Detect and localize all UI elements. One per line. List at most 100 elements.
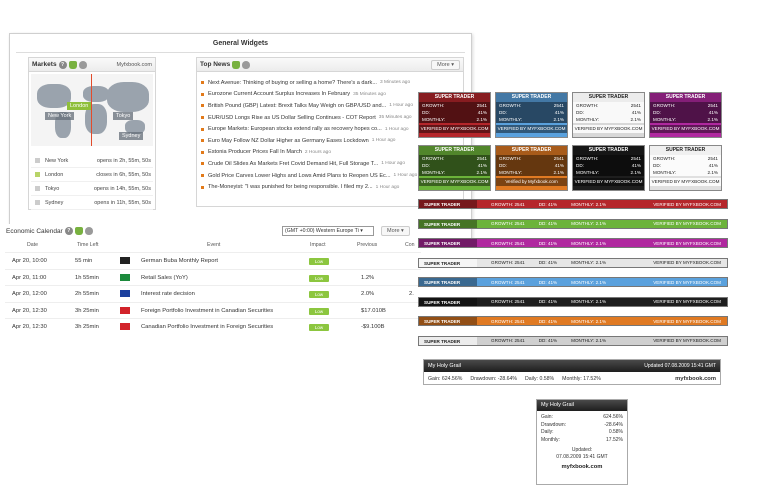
- android-icon[interactable]: [232, 60, 241, 69]
- super-trader-banner[interactable]: SUPER TRADER GROWTH: 2541 DD: 41% MONTHLY: 2.1…: [649, 145, 722, 191]
- event-time-left: 55 min: [75, 258, 93, 264]
- growth-value: 2541: [514, 221, 525, 226]
- monthly-label: MONTHLY:: [422, 170, 446, 175]
- dd-value: 41%: [708, 163, 718, 168]
- myfxbook-logo[interactable]: myfxbook.com: [537, 464, 627, 470]
- market-row[interactable]: Sydney opens in 11h, 55m, 50s: [31, 196, 153, 210]
- econ-row[interactable]: Apr 20, 12:30 3h 25min Foreign Portfolio I…: [5, 301, 421, 318]
- banner-row: GROWTH: 2541: [573, 102, 644, 109]
- super-trader-banner[interactable]: SUPER TRADER GROWTH: 2541 DD: 41% MONTHLY: 2.1…: [572, 145, 645, 191]
- news-headline[interactable]: Euro May Follow NZ Dollar Higher as Germ…: [208, 138, 369, 144]
- more-button[interactable]: More ▾: [381, 226, 410, 236]
- event-name[interactable]: Foreign Portfolio Investment in Canadian…: [141, 308, 273, 314]
- country-flag-icon: [120, 323, 130, 330]
- monthly-value: 2.1%: [630, 117, 641, 122]
- news-time: 1 Hour ago: [375, 184, 400, 190]
- super-trader-strip[interactable]: SUPER TRADER GROWTH: 2541 DD: 41% MONTHLY: …: [418, 238, 728, 248]
- dd-label: DD:: [499, 163, 507, 168]
- markets-title: Markets: [32, 61, 57, 68]
- news-headline[interactable]: British Pound (GBP) Latest: Brexit Talks…: [208, 103, 386, 109]
- news-headline[interactable]: EUR/USD Longs Rise as US Dollar Selling …: [208, 115, 376, 121]
- news-headline[interactable]: Next Avenue: Thinking of buying or selli…: [208, 80, 377, 86]
- help-icon[interactable]: ?: [58, 60, 67, 69]
- market-row[interactable]: New York opens in 2h, 55m, 50s: [31, 154, 153, 168]
- apple-icon[interactable]: [242, 60, 251, 69]
- market-row[interactable]: London closes in 6h, 55m, 50s: [31, 168, 153, 182]
- growth-label: GROWTH:: [576, 103, 599, 108]
- help-icon[interactable]: ?: [64, 227, 73, 235]
- super-trader-strip[interactable]: SUPER TRADER GROWTH: 2541 DD: 41% MONTHLY: …: [418, 296, 728, 307]
- holy-grail-body: Gain: 624.56% Drawdown: -28.64% Daily: 0…: [424, 372, 720, 385]
- super-trader-banner[interactable]: SUPER TRADER GROWTH: 2541 DD: 41% MONTHLY: 2.1…: [649, 92, 722, 138]
- super-trader-banner[interactable]: SUPER TRADER GROWTH: 2541 DD: 41% MONTHLY: 2.1…: [418, 92, 491, 138]
- holy-grail-header[interactable]: My Holy Grail: [537, 400, 627, 411]
- apple-icon[interactable]: [78, 60, 87, 69]
- growth-label: GROWTH:: [422, 103, 445, 108]
- event-previous: -$9.100B: [361, 324, 385, 330]
- event-date: Apr 20, 10:00: [12, 258, 47, 264]
- apple-icon[interactable]: [84, 227, 93, 235]
- super-trader-strip[interactable]: SUPER TRADER GROWTH: 2541 DD: 41% MONTHLY: …: [418, 199, 728, 209]
- news-headline[interactable]: The-Moneyist: "I was punished for being …: [208, 184, 373, 190]
- map-label-new-york[interactable]: New York: [45, 112, 75, 120]
- more-button[interactable]: More ▾: [431, 59, 460, 70]
- dd-label: DD:: [538, 318, 547, 324]
- system-name[interactable]: My Holy Grail: [428, 363, 461, 369]
- event-name[interactable]: German Buba Monthly Report: [141, 258, 218, 264]
- banner-row: GROWTH: 2541: [496, 102, 567, 109]
- super-trader-strip[interactable]: SUPER TRADER GROWTH: 2541 DD: 41% MONTHLY: …: [418, 257, 728, 268]
- monthly-value: 2.1%: [476, 117, 487, 122]
- news-headline[interactable]: Eurozone Current Account Surplus Increas…: [208, 91, 350, 97]
- growth-stat: GROWTH: 2541: [491, 221, 525, 226]
- bullet-icon: [201, 162, 204, 166]
- stat-row: Drawdown: -28.64%: [537, 422, 627, 430]
- status-dot: [35, 186, 40, 191]
- strip-title: SUPER TRADER: [419, 297, 477, 306]
- econ-row[interactable]: Apr 20, 10:00 55 min German Buba Monthly R…: [5, 252, 421, 268]
- econ-title: Economic Calendar: [6, 227, 63, 235]
- event-name[interactable]: Canadian Portfolio Investment in Foreign…: [141, 324, 273, 330]
- monthly-value: 2.1%: [553, 117, 564, 122]
- monthly-value: 2.1%: [707, 170, 718, 175]
- event-name[interactable]: Interest rate decision: [141, 291, 195, 297]
- monthly-label: MONTHLY:: [499, 117, 523, 122]
- monthly-value: 2.1%: [595, 338, 607, 343]
- event-time-left: 3h 25min: [75, 324, 99, 330]
- map-label-london[interactable]: London: [67, 102, 92, 110]
- growth-stat: GROWTH: 2541: [491, 241, 525, 246]
- growth-stat: GROWTH: 2541: [491, 202, 525, 207]
- map-label-tokyo[interactable]: Tokyo: [113, 112, 134, 120]
- growth-value: 2541: [514, 279, 525, 285]
- growth-label: GROWTH:: [491, 338, 514, 343]
- android-icon[interactable]: [68, 60, 77, 69]
- monthly-stat: MONTHLY: 2.1%: [571, 299, 606, 304]
- news-item[interactable]: Next Avenue: Thinking of buying or selli…: [201, 77, 459, 89]
- news-header: Top News More ▾: [197, 58, 463, 72]
- news-headline[interactable]: Crude Oil Slides As Markets Fret Covid D…: [208, 161, 378, 167]
- event-name[interactable]: Retail Sales (YoY): [141, 275, 188, 281]
- news-headline[interactable]: Gold Price Carves Lower Highs and Lows A…: [208, 173, 391, 179]
- market-row[interactable]: Tokyo opens in 14h, 55m, 50s: [31, 182, 153, 196]
- super-trader-strip[interactable]: SUPER TRADER GROWTH: 2541 DD: 41% MONTHLY: …: [418, 335, 728, 346]
- econ-row[interactable]: Apr 20, 11:00 1h 55min Retail Sales (YoY) L…: [5, 268, 421, 285]
- super-trader-strip[interactable]: SUPER TRADER GROWTH: 2541 DD: 41% MONTHLY: …: [418, 218, 728, 229]
- myfxbook-logo[interactable]: myfxbook.com: [675, 376, 716, 382]
- strip-title: SUPER TRADER: [419, 317, 477, 325]
- super-trader-strip[interactable]: SUPER TRADER GROWTH: 2541 DD: 41% MONTHLY: …: [418, 277, 728, 287]
- econ-row[interactable]: Apr 20, 12:00 2h 55min Interest rate decis…: [5, 285, 421, 301]
- banner-row: MONTHLY: 2.1%: [573, 116, 644, 123]
- map-europe: [83, 86, 109, 102]
- super-trader-banner[interactable]: SUPER TRADER GROWTH: 2541 DD: 41% MONTHLY: 2.1…: [495, 92, 568, 138]
- news-headline[interactable]: Europe Markets: European stocks extend r…: [208, 126, 382, 132]
- econ-row[interactable]: Apr 20, 12:30 3h 25min Canadian Portfolio …: [5, 318, 421, 334]
- super-trader-strip[interactable]: SUPER TRADER GROWTH: 2541 DD: 41% MONTHLY: …: [418, 316, 728, 326]
- news-headline[interactable]: Estonia Producer Prices Fall In March: [208, 149, 302, 155]
- super-trader-banner[interactable]: SUPER TRADER GROWTH: 2541 DD: 41% MONTHLY: 2.1…: [495, 145, 568, 191]
- super-trader-banner[interactable]: SUPER TRADER GROWTH: 2541 DD: 41% MONTHLY: 2.1…: [418, 145, 491, 191]
- super-trader-banner[interactable]: SUPER TRADER GROWTH: 2541 DD: 41% MONTHLY: 2.1…: [572, 92, 645, 138]
- android-icon[interactable]: [74, 227, 83, 235]
- timezone-select[interactable]: (GMT +0:00) Western Europe Ti ▾: [282, 226, 374, 236]
- map-label-sydney[interactable]: Sydney: [119, 132, 144, 140]
- brand-label: Myfxbook.com: [116, 61, 152, 68]
- impact-badge: Low: [309, 291, 329, 298]
